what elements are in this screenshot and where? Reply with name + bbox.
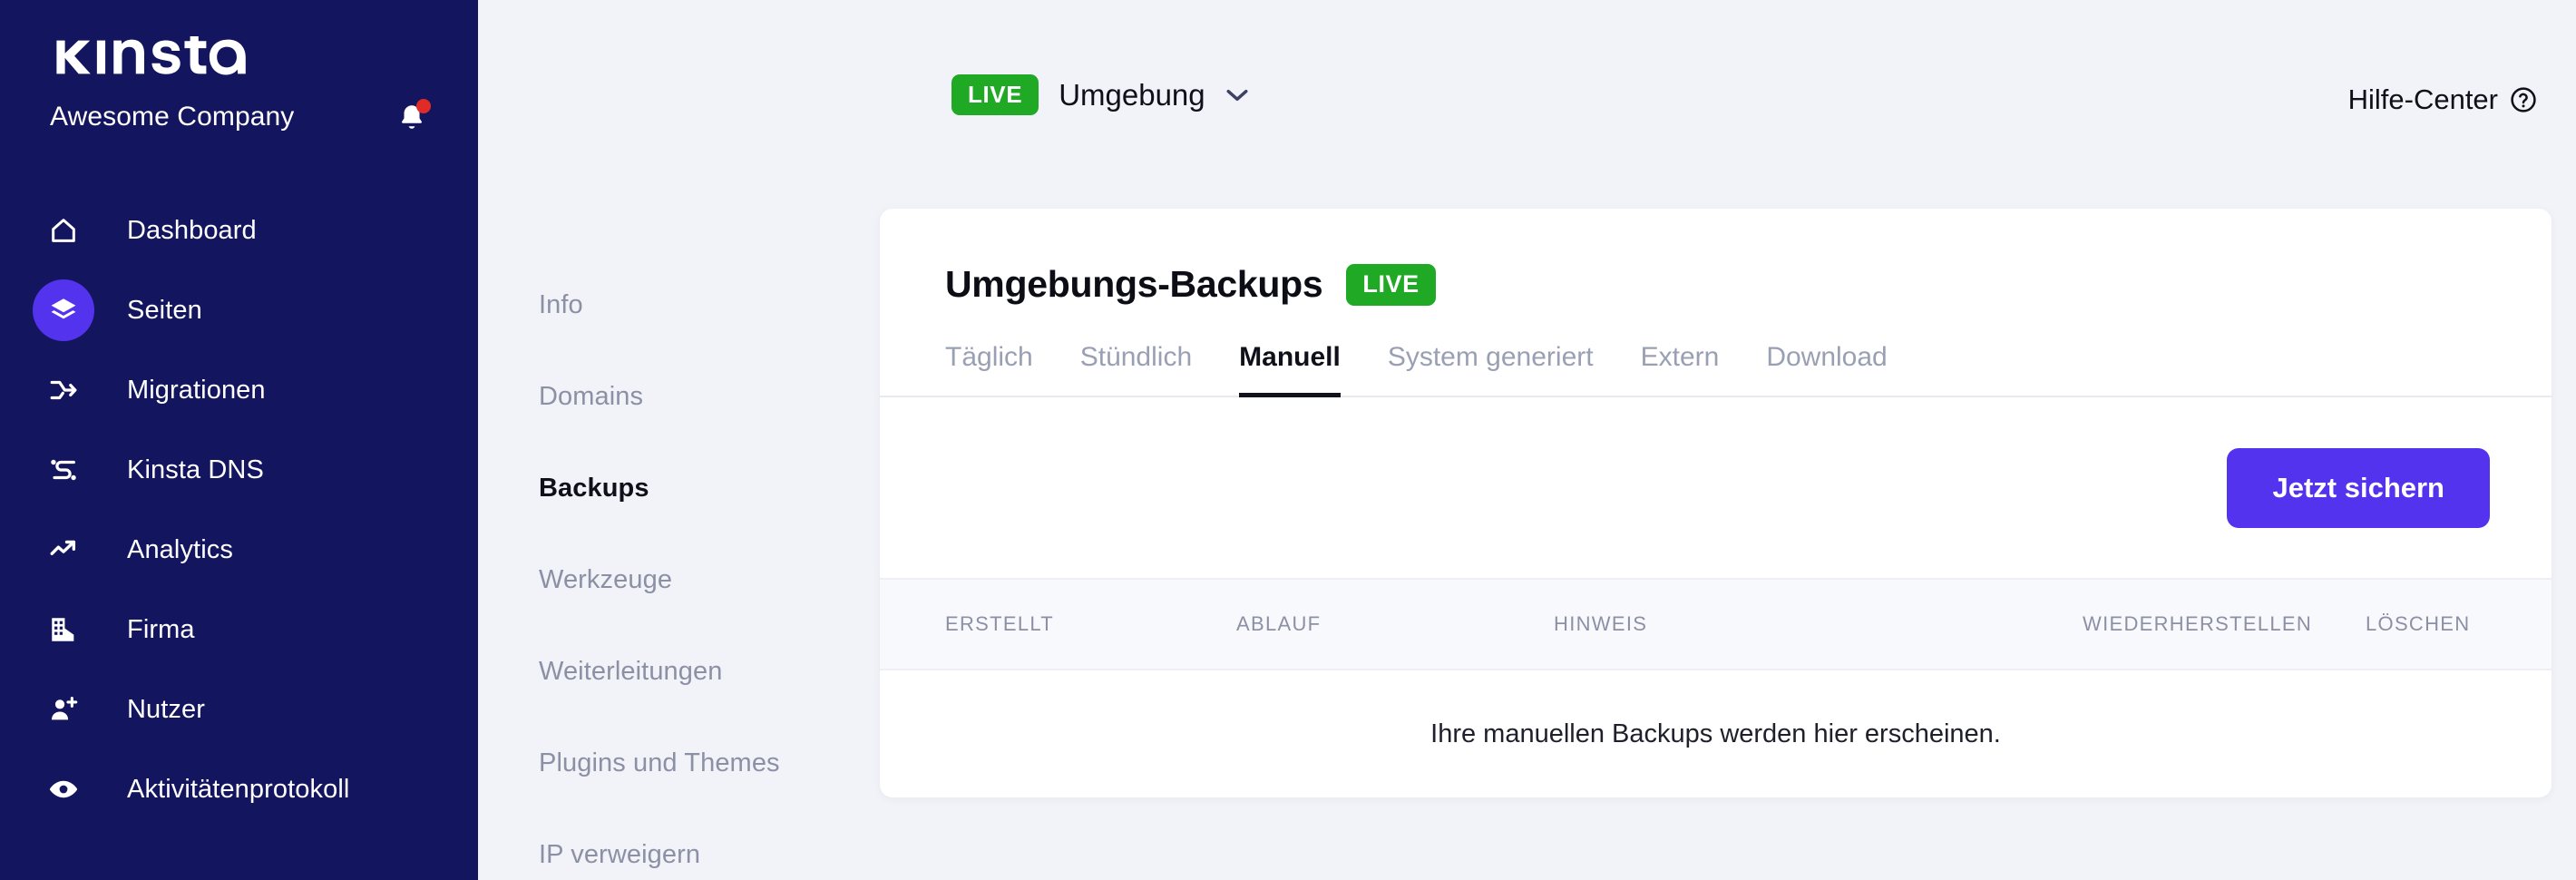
sidebar-item-firma[interactable]: Firma [0, 590, 478, 670]
environment-switcher[interactable]: LIVE Umgebung [951, 74, 1249, 115]
primary-sidebar: Awesome Company Dashboard Seiten Migrati… [0, 0, 478, 880]
tab-system-generiert[interactable]: System generiert [1388, 342, 1594, 397]
column-header-erstellt: ERSTELLT [945, 612, 1055, 635]
migration-icon [33, 359, 94, 421]
sidebar-item-kinsta-dns[interactable]: Kinsta DNS [0, 430, 478, 510]
column-header-hinweis: HINWEIS [1554, 612, 1648, 635]
dns-icon [33, 439, 94, 501]
building-icon [33, 599, 94, 660]
main-content: LIVE Umgebung Hilfe-Center Umgebungs-Bac… [877, 0, 2576, 880]
subnav-item-plugins-und-themes[interactable]: Plugins und Themes [478, 718, 877, 809]
layers-icon [33, 279, 94, 341]
sidebar-item-label: Dashboard [127, 215, 257, 245]
company-name: Awesome Company [50, 102, 295, 132]
tab-stuendlich[interactable]: Stündlich [1080, 342, 1192, 397]
user-plus-icon [33, 679, 94, 740]
kinsta-logo[interactable] [50, 36, 322, 78]
subnav-item-ip-verweigern[interactable]: IP verweigern [478, 809, 877, 880]
topbar: LIVE Umgebung Hilfe-Center [877, 0, 2576, 209]
company-row: Awesome Company [0, 78, 478, 136]
empty-state-message: Ihre manuellen Backups werden hier ersch… [1430, 719, 2001, 748]
subnav-item-weiterleitungen[interactable]: Weiterleitungen [478, 626, 877, 718]
card-action-row: Jetzt sichern [880, 397, 2552, 578]
sidebar-item-nutzer[interactable]: Nutzer [0, 670, 478, 749]
tab-extern[interactable]: Extern [1641, 342, 1720, 397]
backups-empty-state: Ihre manuellen Backups werden hier ersch… [880, 670, 2552, 797]
brand-row [0, 0, 478, 78]
subnav-item-werkzeuge[interactable]: Werkzeuge [478, 534, 877, 626]
environment-badge: LIVE [951, 74, 1039, 115]
backup-now-button[interactable]: Jetzt sichern [2227, 447, 2490, 528]
tab-download[interactable]: Download [1766, 342, 1887, 397]
trend-up-icon [33, 519, 94, 581]
status-badge: LIVE [1346, 263, 1436, 306]
subnav-item-info[interactable]: Info [478, 259, 877, 351]
sidebar-nav: Dashboard Seiten Migrationen Kinsta DNS … [0, 191, 478, 829]
column-header-loeschen: LÖSCHEN [2366, 612, 2471, 635]
sidebar-item-aktivitaetenprotokoll[interactable]: Aktivitätenprotokoll [0, 749, 478, 829]
page-title: Umgebungs-Backups [945, 263, 1323, 305]
notifications-button[interactable] [393, 98, 431, 136]
sidebar-item-analytics[interactable]: Analytics [0, 510, 478, 590]
backups-card: Umgebungs-Backups LIVE Täglich Stündlich… [880, 209, 2552, 797]
chevron-down-icon [1225, 88, 1249, 103]
environment-label: Umgebung [1059, 77, 1205, 112]
sidebar-item-label: Firma [127, 614, 195, 644]
subnav-item-domains[interactable]: Domains [478, 351, 877, 443]
help-center-link[interactable]: Hilfe-Center [2348, 83, 2538, 116]
sidebar-item-label: Aktivitätenprotokoll [127, 774, 350, 804]
sidebar-item-label: Migrationen [127, 375, 266, 405]
column-header-wiederherstellen: WIEDERHERSTELLEN [2083, 612, 2313, 635]
app-root: Awesome Company Dashboard Seiten Migrati… [0, 0, 2576, 880]
subnav-item-backups[interactable]: Backups [478, 443, 877, 534]
sidebar-item-seiten[interactable]: Seiten [0, 270, 478, 350]
notification-dot [416, 99, 431, 113]
backup-tabs: Täglich Stündlich Manuell System generie… [880, 340, 2552, 397]
column-header-ablauf: ABLAUF [1236, 612, 1322, 635]
sidebar-item-label: Seiten [127, 295, 202, 325]
help-center-label: Hilfe-Center [2347, 83, 2498, 115]
question-circle-icon [2509, 85, 2538, 114]
sidebar-item-migrationen[interactable]: Migrationen [0, 350, 478, 430]
home-icon [33, 200, 94, 261]
sidebar-item-label: Nutzer [127, 694, 206, 724]
card-header: Umgebungs-Backups LIVE [880, 209, 2552, 306]
sidebar-item-label: Analytics [127, 534, 233, 564]
secondary-nav: Info Domains Backups Werkzeuge Weiterlei… [478, 0, 877, 880]
tab-manuell[interactable]: Manuell [1239, 342, 1341, 397]
tab-taeglich[interactable]: Täglich [945, 342, 1033, 397]
backups-table-header: ERSTELLT ABLAUF HINWEIS WIEDERHERSTELLEN… [880, 578, 2552, 670]
sidebar-item-dashboard[interactable]: Dashboard [0, 191, 478, 270]
sidebar-item-label: Kinsta DNS [127, 455, 264, 484]
eye-icon [33, 758, 94, 820]
